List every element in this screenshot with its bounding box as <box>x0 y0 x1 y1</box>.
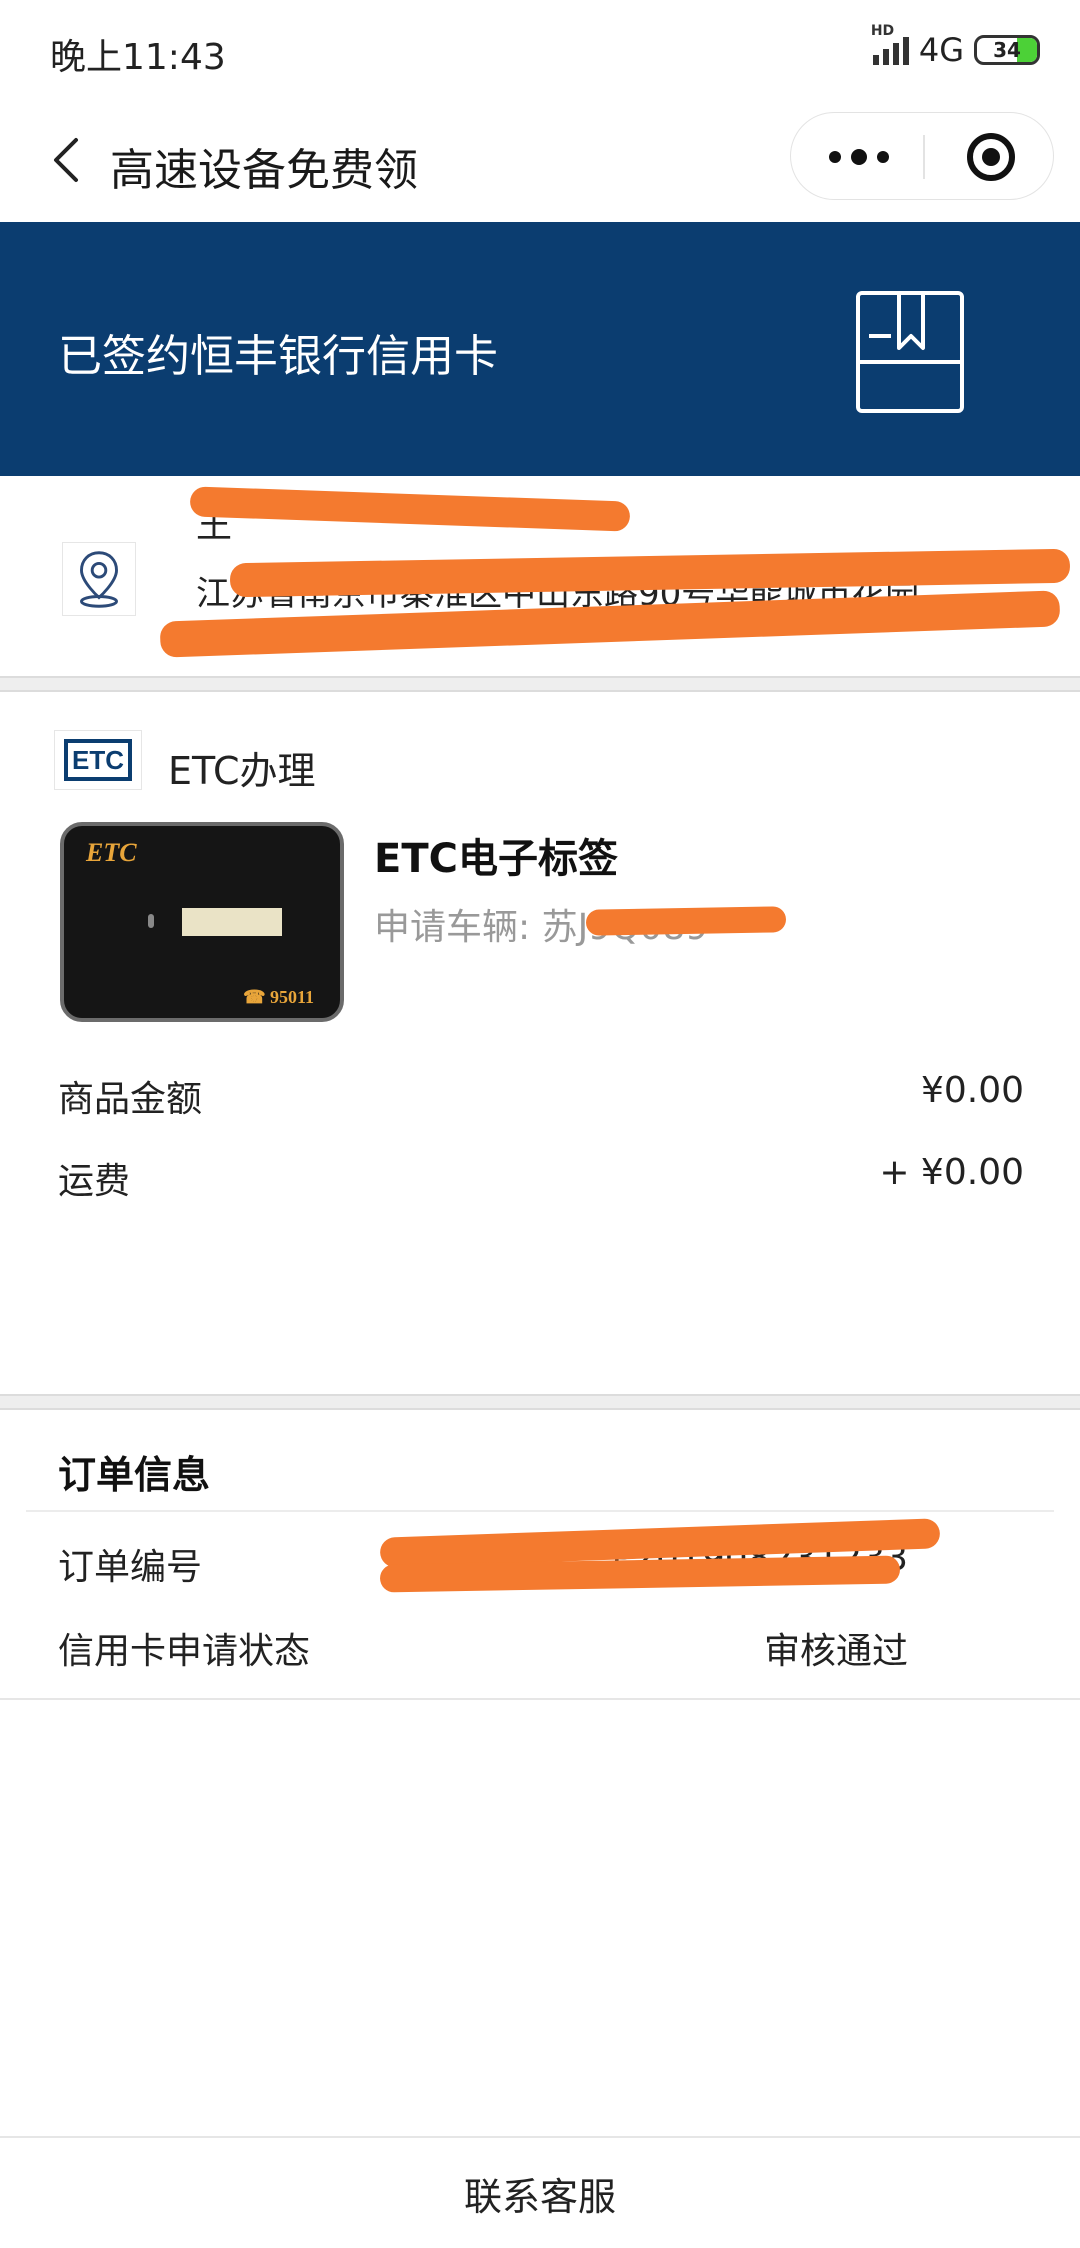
image-window <box>182 908 282 936</box>
network-label: 4G <box>918 31 964 69</box>
hd-label: HD <box>870 23 895 39</box>
nav-bar: 高速设备免费领 <box>0 100 1080 220</box>
credit-status-label: 信用卡申请状态 <box>58 1631 311 1672</box>
order-divider <box>26 1510 1054 1512</box>
order-info-title: 订单信息 <box>58 1453 211 1497</box>
goods-amount-row: 商品金额 ¥0.00 <box>58 1070 1024 1122</box>
address-section[interactable]: 王 江苏省南京市秦淮区中山东路90号华能城市花园 <box>0 476 1080 676</box>
contact-service-button[interactable]: 联系客服 <box>0 2138 1080 2248</box>
credit-status-value: 审核通过 <box>763 1631 908 1672</box>
page-title: 高速设备免费领 <box>110 145 418 196</box>
signal-icon: HD <box>871 23 909 65</box>
order-bottom-line <box>0 1698 1080 1700</box>
image-indicator <box>148 914 154 928</box>
status-time: 晚上11:43 <box>50 37 226 78</box>
image-phone: ☎ 95011 <box>243 987 314 1007</box>
target-icon[interactable] <box>967 133 1015 181</box>
shipping-value: + ¥0.00 <box>879 1152 1024 1193</box>
store-label: ETC办理 <box>168 749 316 793</box>
goods-amount-label: 商品金额 <box>58 1079 203 1120</box>
battery-level: 34 <box>993 38 1021 62</box>
status-bar: 晚上11:43 HD 4G 34 <box>0 0 1080 100</box>
order-number-label: 订单编号 <box>58 1547 203 1588</box>
shipping-label: 运费 <box>58 1161 131 1202</box>
shipping-row: 运费 + ¥0.00 <box>58 1152 1024 1204</box>
more-icon[interactable] <box>829 149 889 165</box>
image-brand: ETC <box>86 838 137 867</box>
vehicle-label: 申请车辆: <box>374 907 542 948</box>
product-card: ETC ETC办理 ETC ☎ 95011 ETC电子标签 申请车辆: 苏J9Q… <box>0 692 1080 1394</box>
capsule-divider <box>923 135 925 179</box>
etc-logo-text: ETC <box>64 739 132 781</box>
order-info-section: 订单信息 订单编号 P201908231233 信用卡申请状态 审核通过 <box>0 1410 1080 1700</box>
redaction-mark <box>189 486 631 532</box>
location-pin-icon <box>62 542 136 616</box>
credit-status-row: 信用卡申请状态 审核通过 <box>58 1622 908 1674</box>
product-image: ETC ☎ 95011 <box>60 822 344 1022</box>
signed-banner: 已签约恒丰银行信用卡 <box>0 222 1080 476</box>
goods-amount-value: ¥0.00 <box>920 1070 1024 1111</box>
etc-logo: ETC <box>54 730 142 790</box>
section-gap <box>0 676 1080 692</box>
banner-title: 已签约恒丰银行信用卡 <box>58 331 498 382</box>
battery-icon: 34 <box>974 35 1040 65</box>
status-indicators: HD 4G 34 <box>871 23 1040 72</box>
bookmark-book-icon <box>856 291 964 413</box>
product-name: ETC电子标签 <box>374 836 618 882</box>
footer-bar: 联系客服 <box>0 2136 1080 2248</box>
back-icon[interactable] <box>40 130 100 190</box>
redaction-mark <box>585 906 787 936</box>
section-gap <box>0 1394 1080 1410</box>
menu-capsule <box>790 112 1054 200</box>
